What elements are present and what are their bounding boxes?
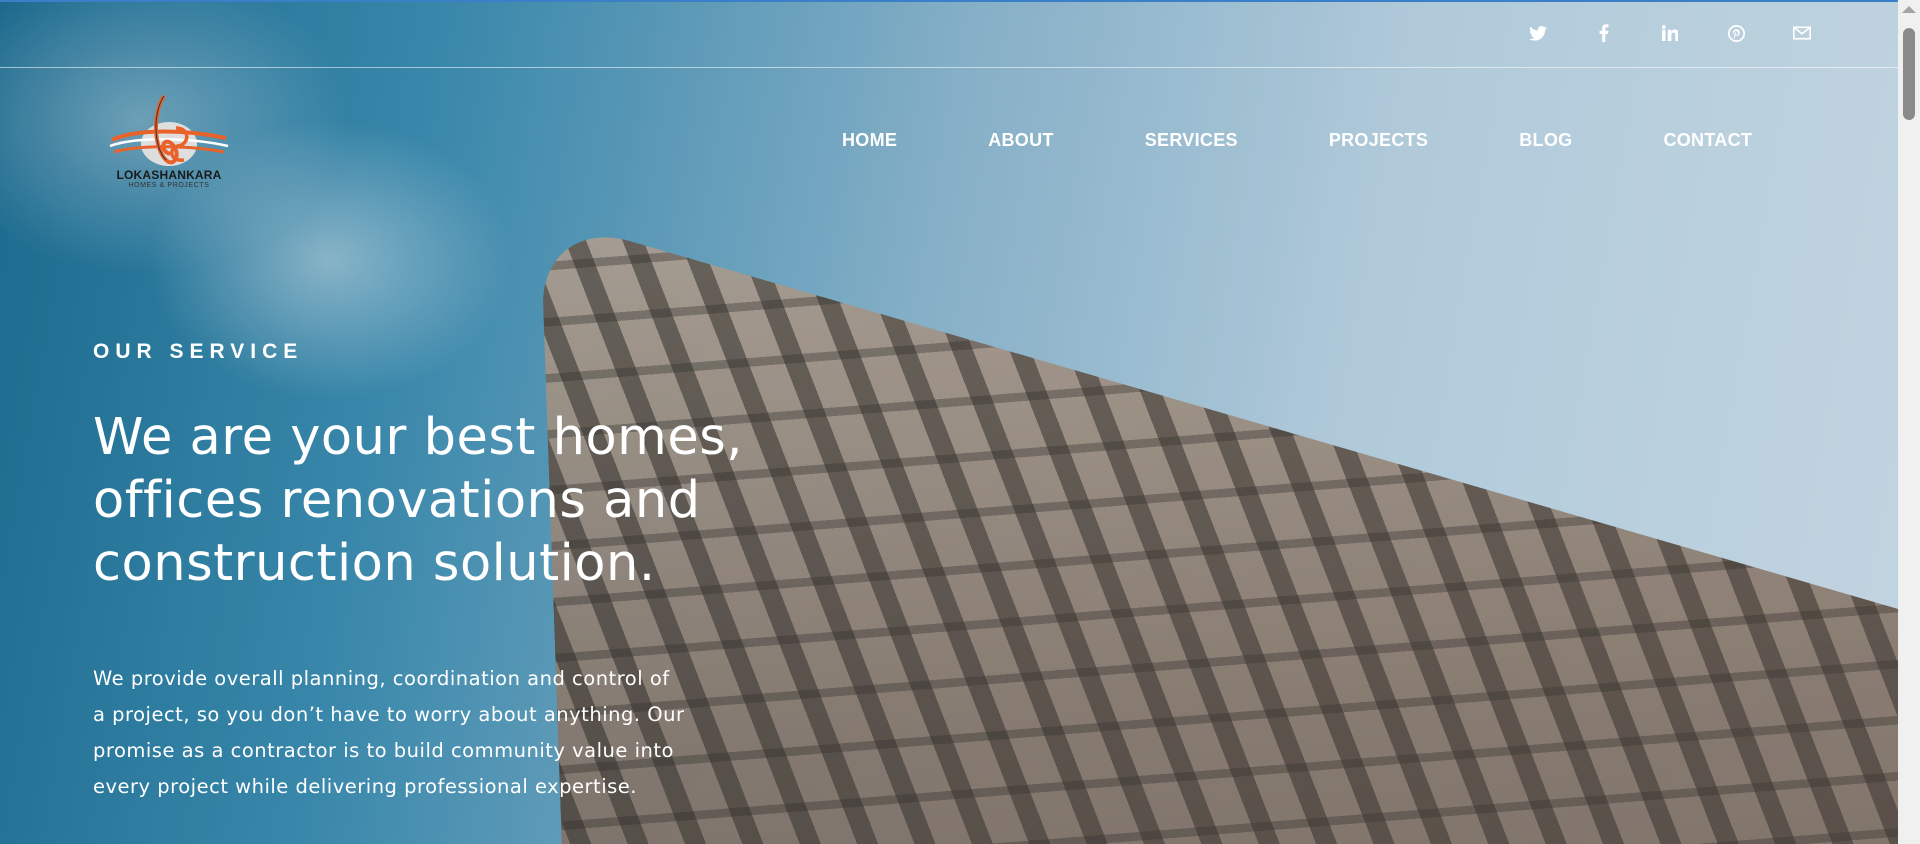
brand-logo[interactable]: LOKASHANKARA HOMES & PROJECTS xyxy=(108,88,230,194)
social-bar xyxy=(0,0,1898,68)
hero-title: We are your best homes, offices renovati… xyxy=(93,406,813,595)
nav-item-services[interactable]: SERVICES xyxy=(1145,130,1238,151)
brand-name: LOKASHANKARA xyxy=(116,168,222,182)
social-links xyxy=(1526,18,1814,48)
hero-title-line: We are your best homes, xyxy=(93,408,743,467)
nav-item-contact[interactable]: CONTACT xyxy=(1663,130,1752,151)
page-scrollbar[interactable] xyxy=(1898,0,1920,844)
linkedin-icon[interactable] xyxy=(1658,18,1682,48)
main-nav: HOME ABOUT SERVICES PROJECTS BLOG CONTAC… xyxy=(842,130,1752,151)
nav-item-about[interactable]: ABOUT xyxy=(988,130,1054,151)
hero-description-line: a project, so you don’t have to worry ab… xyxy=(93,703,685,726)
hero-title-line: construction solution. xyxy=(93,534,656,593)
section-eyebrow: OUR SERVICE xyxy=(93,340,304,363)
scroll-up-icon[interactable] xyxy=(1902,6,1916,13)
email-icon[interactable] xyxy=(1790,18,1814,48)
pinterest-icon[interactable] xyxy=(1724,18,1748,48)
hero-description-line: every project while delivering professio… xyxy=(93,775,637,798)
hero-content: OUR SERVICE We are your best homes, offi… xyxy=(93,340,793,805)
hero-description-line: promise as a contractor is to build comm… xyxy=(93,739,674,762)
nav-item-home[interactable]: HOME xyxy=(842,130,897,151)
brand-tagline: HOMES & PROJECTS xyxy=(128,182,210,189)
nav-item-projects[interactable]: PROJECTS xyxy=(1329,130,1428,151)
hero-description: We provide overall planning, coordinatio… xyxy=(93,661,773,805)
logo-mark-icon xyxy=(109,94,229,166)
hero-title-line: offices renovations and xyxy=(93,471,701,530)
twitter-icon[interactable] xyxy=(1526,18,1550,48)
hero-description-line: We provide overall planning, coordinatio… xyxy=(93,667,670,690)
nav-item-blog[interactable]: BLOG xyxy=(1519,130,1572,151)
scroll-thumb[interactable] xyxy=(1903,28,1915,120)
facebook-icon[interactable] xyxy=(1592,18,1616,48)
